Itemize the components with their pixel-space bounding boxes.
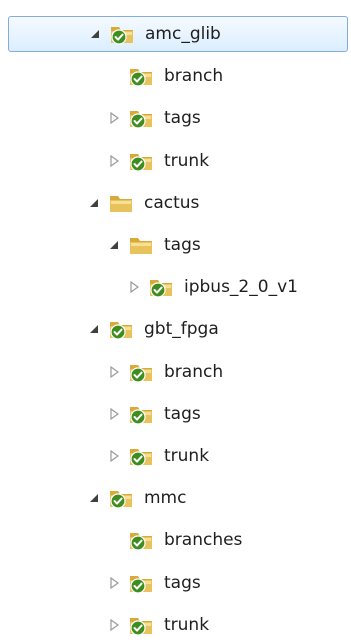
tree-item-label: tags (164, 572, 201, 593)
tree-item-gbt_fpga-branch[interactable]: branch (106, 354, 223, 390)
collapsed-arrow-icon[interactable] (106, 153, 122, 169)
tree-item-label: mmc (144, 488, 187, 509)
collapsed-arrow-icon[interactable] (106, 406, 122, 422)
tree-item-label: branches (164, 530, 243, 551)
tree-item-label: amc_glib (145, 24, 221, 44)
expanded-arrow-icon[interactable] (86, 195, 102, 211)
expanded-arrow-icon[interactable] (87, 26, 103, 42)
tree-item-label: tags (164, 403, 201, 424)
tree-item-gbt_fpga-tags[interactable]: tags (106, 396, 201, 432)
svn-folder-check-icon (148, 276, 174, 298)
svn-folder-check-icon (108, 487, 134, 509)
tree-item-label: branch (164, 66, 224, 87)
svn-folder-check-icon (128, 107, 154, 129)
svn-folder-check-icon (128, 529, 154, 551)
expanded-arrow-icon[interactable] (86, 490, 102, 506)
tree-item-label: trunk (164, 150, 210, 171)
tree-item-mmc-trunk[interactable]: trunk (106, 607, 209, 643)
svn-folder-check-icon (128, 614, 154, 636)
folder-icon (128, 234, 154, 256)
tree-item-cactus-tags-ipbus[interactable]: ipbus_2_0_v1 (126, 269, 298, 305)
collapsed-arrow-icon[interactable] (106, 110, 122, 126)
svn-folder-check-icon (128, 150, 154, 172)
svn-folder-check-icon (108, 318, 134, 340)
svn-folder-check-icon (109, 23, 135, 45)
tree-item-gbt_fpga[interactable]: gbt_fpga (86, 311, 219, 347)
folder-icon (108, 192, 134, 214)
tree-item-mmc[interactable]: mmc (86, 480, 186, 516)
tree-item-label: branch (164, 361, 224, 382)
repository-tree[interactable]: amc_glibbranch tags trunk cactus tags ipbus_2… (0, 0, 351, 640)
tree-item-mmc-tags[interactable]: tags (106, 565, 201, 601)
collapsed-arrow-icon[interactable] (106, 364, 122, 380)
tree-item-label: trunk (164, 446, 210, 466)
svn-folder-check-icon (128, 445, 154, 467)
expanded-arrow-icon[interactable] (106, 237, 122, 253)
tree-item-label: cactus (144, 192, 200, 213)
tree-item-cactus[interactable]: cactus (86, 185, 199, 221)
svn-folder-check-icon (128, 572, 154, 594)
svn-folder-check-icon (128, 65, 154, 87)
tree-item-gbt_fpga-trunk[interactable]: trunk (106, 438, 209, 474)
collapsed-arrow-icon[interactable] (106, 617, 122, 633)
tree-item-amc_glib-branch[interactable]: branch (106, 58, 223, 94)
tree-item-cactus-tags[interactable]: tags (106, 227, 201, 263)
tree-item-amc_glib-tags[interactable]: tags (106, 100, 201, 136)
tree-item-label: ipbus_2_0_v1 (184, 277, 298, 298)
tree-item-amc_glib[interactable]: amc_glib (8, 16, 348, 52)
svn-folder-check-icon (128, 361, 154, 383)
tree-item-label: tags (164, 235, 201, 255)
collapsed-arrow-icon[interactable] (106, 448, 122, 464)
expanded-arrow-icon[interactable] (86, 321, 102, 337)
tree-item-amc_glib-trunk[interactable]: trunk (106, 143, 209, 179)
collapsed-arrow-icon[interactable] (106, 575, 122, 591)
tree-item-label: tags (164, 108, 201, 129)
tree-item-mmc-branches[interactable]: branches (106, 522, 242, 558)
tree-item-label: gbt_fpga (144, 319, 219, 340)
tree-item-label: trunk (164, 614, 210, 635)
collapsed-arrow-icon[interactable] (126, 279, 142, 295)
svn-folder-check-icon (128, 403, 154, 425)
